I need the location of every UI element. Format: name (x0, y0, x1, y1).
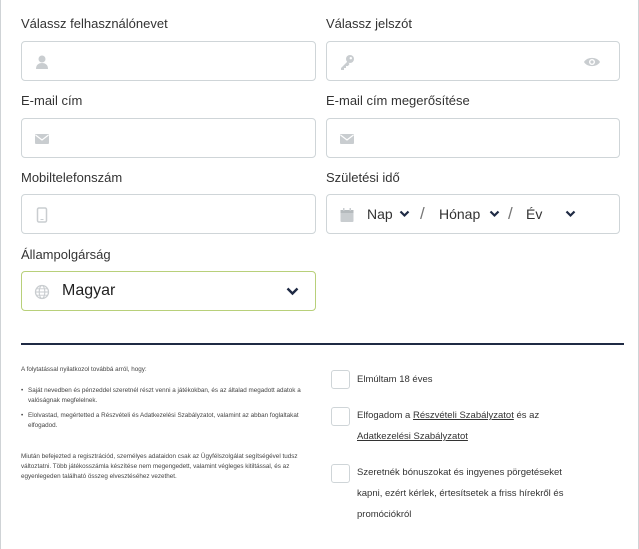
envelope-icon (34, 131, 50, 147)
registration-form: Válassz felhasználónevet Válassz jelszót… (0, 0, 639, 549)
date-separator: / (420, 204, 425, 223)
globe-icon (34, 284, 50, 300)
birth-month-select[interactable]: Hónap (439, 206, 480, 222)
birth-date-picker: Nap / Hónap / Év (326, 194, 620, 234)
username-label: Válassz felhasználónevet (21, 16, 168, 31)
bonus-checkbox[interactable] (331, 464, 350, 483)
legal-bullet: Saját nevedben és pénzeddel szeretnél ré… (21, 386, 316, 406)
email-label: E-mail cím (21, 93, 83, 108)
birth-day-select[interactable]: Nap (367, 206, 393, 222)
calendar-icon (339, 207, 355, 223)
bonus-line: promóciókról (357, 509, 412, 520)
legal-bullets: Saját nevedben és pénzeddel szeretnél ré… (21, 386, 316, 431)
legal-footer: Miután befejezted a regisztrációd, szemé… (21, 453, 298, 480)
user-icon (34, 54, 50, 70)
terms-prefix: Elfogadom a (357, 410, 413, 421)
chevron-down-icon[interactable] (399, 210, 410, 218)
nationality-select[interactable]: Magyar (21, 271, 316, 311)
terms-checkbox[interactable] (331, 407, 350, 426)
nationality-label: Állampolgárság (21, 247, 111, 262)
email-input[interactable] (21, 118, 316, 158)
phone-icon (34, 207, 50, 223)
birth-label: Születési idő (326, 170, 400, 185)
nationality-value: Magyar (62, 282, 116, 299)
chevron-down-icon[interactable] (489, 210, 500, 218)
terms-checkbox-label: Elfogadom a Részvételi Szabályzatot és a… (357, 405, 617, 447)
legal-intro: A folytatással nyilatkozol továbbá arról… (21, 366, 147, 373)
username-input[interactable] (21, 41, 316, 81)
birth-year-select[interactable]: Év (526, 206, 542, 222)
section-divider (21, 343, 624, 345)
mobile-input[interactable] (21, 194, 316, 234)
bonus-checkbox-label: Szeretnék bónuszokat és ingyenes pörgeté… (357, 462, 627, 525)
terms-middle: és az (513, 410, 540, 421)
date-separator: / (508, 204, 513, 223)
bonus-line: Szeretnék bónuszokat és ingyenes pörgeté… (357, 467, 562, 478)
key-icon (339, 54, 355, 70)
chevron-down-icon[interactable] (286, 287, 299, 296)
password-input[interactable] (326, 41, 620, 81)
password-label: Válassz jelszót (326, 16, 412, 31)
age-checkbox[interactable] (331, 370, 350, 389)
eye-icon[interactable] (583, 55, 601, 69)
privacy-policy-link[interactable]: Adatkezelési Szabályzatot (357, 431, 468, 442)
age-checkbox-label: Elmúltam 18 éves (357, 374, 433, 385)
email-confirm-input[interactable] (326, 118, 620, 158)
chevron-down-icon[interactable] (565, 210, 576, 218)
legal-bullet: Elolvastad, megértetted a Részvételi és … (21, 411, 316, 431)
envelope-icon (339, 131, 355, 147)
participation-rules-link[interactable]: Részvételi Szabályzatot (413, 410, 514, 421)
bonus-line: kapni, ezért kérlek, értesítsetek a fris… (357, 488, 564, 499)
mobile-label: Mobiltelefonszám (21, 170, 123, 185)
email-confirm-label: E-mail cím megerősítése (326, 93, 470, 108)
